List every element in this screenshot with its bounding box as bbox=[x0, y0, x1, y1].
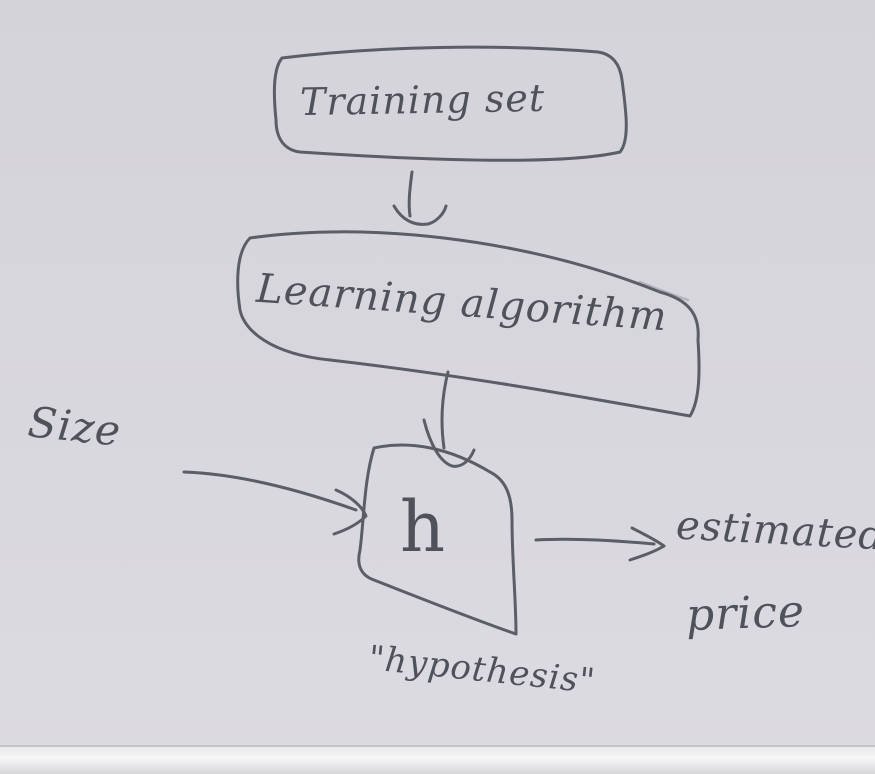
arrow-size-to-h bbox=[182, 470, 358, 512]
hypothesis-symbol: h bbox=[400, 486, 447, 568]
output-label-price: price bbox=[685, 585, 806, 642]
training-set-label: Training set bbox=[299, 75, 546, 125]
input-size-label: Size bbox=[25, 397, 124, 456]
arrow-learning-to-h bbox=[440, 370, 450, 450]
arrowhead-training-to-learning bbox=[392, 204, 448, 226]
video-bottom-bar bbox=[0, 745, 875, 774]
arrow-h-to-output bbox=[534, 537, 656, 546]
whiteboard: Training set Learning algorithm Size h "… bbox=[0, 0, 875, 745]
arrow-training-to-learning bbox=[407, 170, 414, 218]
